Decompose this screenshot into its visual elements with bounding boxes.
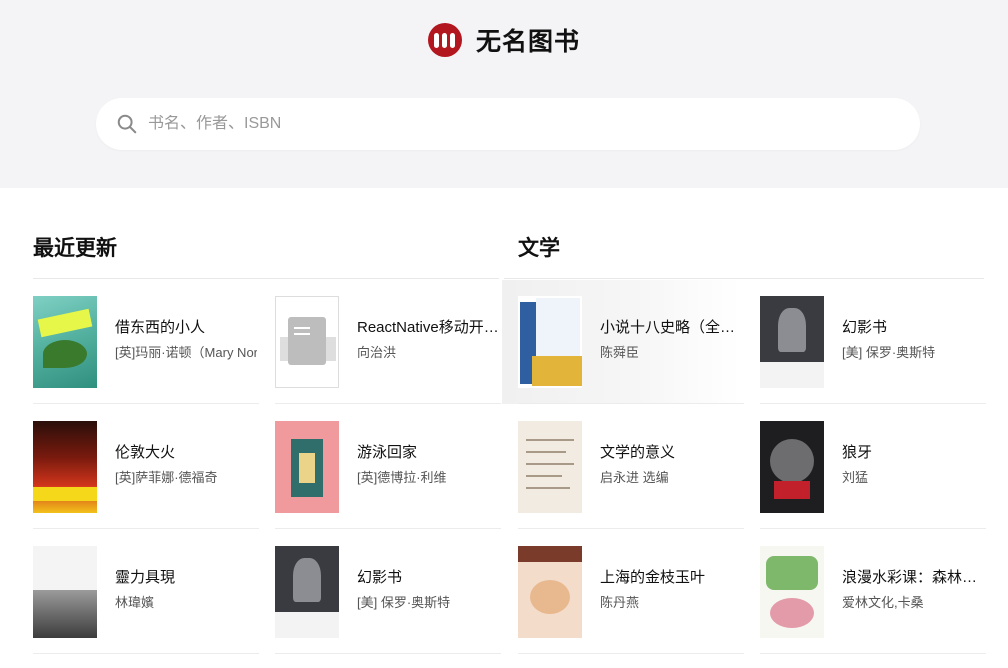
book-author: 陈丹燕	[600, 595, 640, 610]
row-divider	[518, 653, 744, 654]
row-divider	[760, 653, 986, 654]
book-author: [美] 保罗·奥斯特	[842, 345, 936, 360]
book-title[interactable]: 小说十八史略（全六册）	[600, 316, 742, 337]
book-cover[interactable]	[33, 546, 97, 638]
brand[interactable]: 无名图书	[0, 22, 1008, 58]
book-title[interactable]: 狼牙	[842, 441, 984, 462]
book-author: [英]德博拉·利维	[357, 470, 447, 485]
book-card[interactable]: 上海的金枝玉叶 陈丹燕	[518, 530, 744, 654]
book-cover[interactable]	[760, 296, 824, 388]
book-card[interactable]: 借东西的小人 [英]玛丽·诺顿（Mary Norton）	[33, 280, 259, 404]
row-divider	[275, 403, 501, 404]
book-title[interactable]: 浪漫水彩课：森林系手绘插画	[842, 566, 984, 587]
brand-title: 无名图书	[475, 27, 580, 56]
book-author: [美] 保罗·奥斯特	[357, 595, 451, 610]
book-card[interactable]: 狼牙 刘猛	[760, 405, 986, 529]
book-card[interactable]: 小说十八史略（全六册） 陈舜臣	[502, 280, 744, 404]
book-card[interactable]: 幻影书 [美] 保罗·奥斯特	[760, 280, 986, 404]
book-title[interactable]: 上海的金枝玉叶	[600, 566, 742, 587]
section-literature: 文学 小说十八史略（全六册） 陈舜臣 幻影书 [美] 保罗·奥斯特 文学的意义 …	[502, 188, 1008, 668]
book-title[interactable]: ReactNative移动开发实战	[357, 316, 499, 337]
section-recent: 最近更新 借东西的小人 [英]玛丽·诺顿（Mary Norton） ReactN…	[0, 188, 504, 668]
book-card[interactable]: 浪漫水彩课：森林系手绘插画 爱林文化,卡桑	[760, 530, 986, 654]
row-divider	[518, 403, 744, 404]
book-author: 林瑋嬪	[115, 595, 155, 610]
section-divider	[33, 278, 499, 279]
row-divider	[33, 653, 259, 654]
book-title[interactable]: 游泳回家	[357, 441, 499, 462]
section-title[interactable]: 文学	[518, 232, 560, 262]
book-author: 启永进 选编	[600, 470, 669, 485]
book-card[interactable]: 游泳回家 [英]德博拉·利维	[275, 405, 501, 529]
book-cover[interactable]	[33, 421, 97, 513]
row-divider	[33, 403, 259, 404]
book-card[interactable]: 文学的意义 启永进 选编	[518, 405, 744, 529]
section-title[interactable]: 最近更新	[33, 232, 117, 262]
book-title[interactable]: 幻影书	[842, 316, 984, 337]
book-author: 刘猛	[842, 470, 869, 485]
book-card[interactable]: 靈力具現 林瑋嬪	[33, 530, 259, 654]
book-author: [英]玛丽·诺顿（Mary Norton）	[115, 345, 257, 360]
search-input[interactable]	[148, 115, 888, 133]
row-divider	[33, 528, 259, 529]
book-title[interactable]: 伦敦大火	[115, 441, 257, 462]
row-divider	[275, 528, 501, 529]
row-divider	[760, 528, 986, 529]
book-cover[interactable]	[33, 296, 97, 388]
book-card[interactable]: ReactNative移动开发实战 向治洪	[275, 280, 501, 404]
brand-logo-icon	[427, 23, 462, 57]
book-title[interactable]: 靈力具現	[115, 566, 257, 587]
book-author: 爱林文化,卡桑	[842, 595, 924, 610]
search-bar[interactable]	[96, 98, 920, 150]
book-cover[interactable]	[760, 546, 824, 638]
book-cover-placeholder[interactable]	[275, 296, 339, 388]
book-cover[interactable]	[518, 296, 582, 388]
book-cover[interactable]	[275, 421, 339, 513]
book-title[interactable]: 文学的意义	[600, 441, 742, 462]
book-cover[interactable]	[275, 546, 339, 638]
row-divider	[760, 403, 986, 404]
header: 无名图书	[0, 0, 1008, 188]
book-author: 陈舜臣	[600, 345, 640, 360]
book-title[interactable]: 借东西的小人	[115, 316, 257, 337]
book-author: [英]萨菲娜·德福奇	[115, 470, 218, 485]
book-cover[interactable]	[518, 421, 582, 513]
book-title[interactable]: 幻影书	[357, 566, 499, 587]
book-card[interactable]: 伦敦大火 [英]萨菲娜·德福奇	[33, 405, 259, 529]
book-cover[interactable]	[518, 546, 582, 638]
row-divider	[518, 528, 744, 529]
book-cover[interactable]	[760, 421, 824, 513]
section-divider	[504, 278, 984, 279]
book-card[interactable]: 幻影书 [美] 保罗·奥斯特	[275, 530, 501, 654]
search-icon	[117, 114, 137, 134]
row-divider	[275, 653, 501, 654]
book-author: 向治洪	[357, 345, 397, 360]
